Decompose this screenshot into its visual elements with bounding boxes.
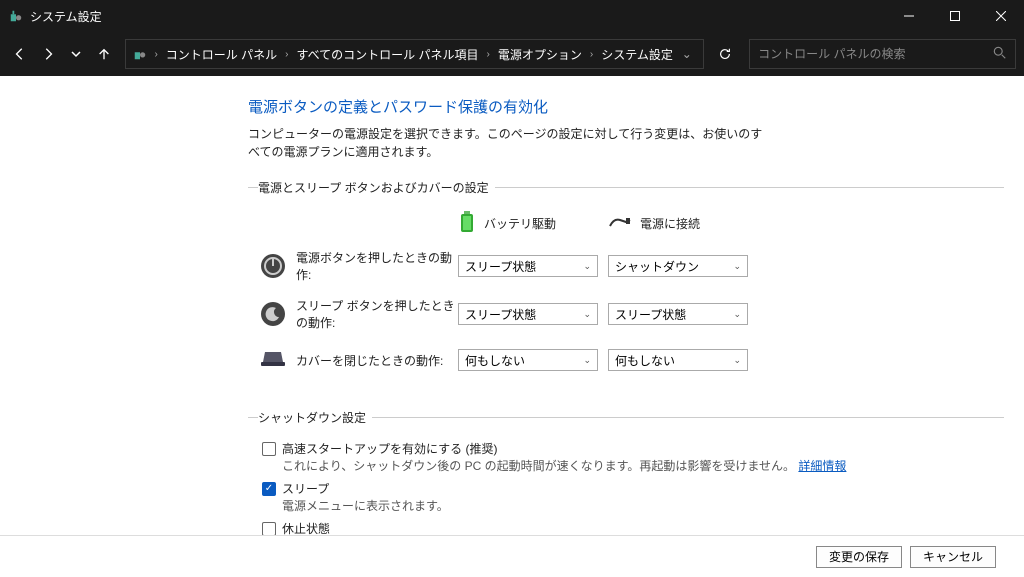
sleep-button-row: スリープ ボタンを押したときの動作: スリープ状態⌄ スリープ状態⌄ — [258, 297, 1004, 331]
recent-dropdown-button[interactable] — [64, 40, 88, 68]
search-box[interactable] — [749, 39, 1016, 69]
chevron-down-icon[interactable]: ⌄ — [677, 47, 697, 61]
cancel-button[interactable]: キャンセル — [910, 546, 996, 568]
laptop-lid-icon — [258, 345, 288, 375]
fast-startup-item: 高速スタートアップを有効にする (推奨) これにより、シャットダウン後の PC … — [258, 440, 1004, 474]
plug-icon — [608, 214, 632, 233]
lid-close-row: カバーを閉じたときの動作: 何もしない⌄ 何もしない⌄ — [258, 345, 1004, 375]
chevron-down-icon: ⌄ — [733, 261, 741, 272]
hibernate-checkbox[interactable] — [262, 522, 276, 535]
power-button-battery-select[interactable]: スリープ状態⌄ — [458, 255, 598, 277]
group-legend: 電源とスリープ ボタンおよびカバーの設定 — [258, 179, 495, 196]
fast-startup-checkbox[interactable] — [262, 442, 276, 456]
row-label: 電源ボタンを押したときの動作: — [296, 249, 458, 283]
chevron-down-icon: ⌄ — [733, 309, 741, 320]
item-title: 高速スタートアップを有効にする (推奨) — [282, 440, 846, 457]
chevron-down-icon: ⌄ — [583, 309, 591, 320]
lid-battery-select[interactable]: 何もしない⌄ — [458, 349, 598, 371]
page-description: コンピューターの電源設定を選択できます。このページの設定に対して行う変更は、お使… — [248, 125, 768, 161]
chevron-right-icon: › — [586, 49, 597, 60]
refresh-button[interactable] — [712, 39, 739, 69]
item-title: スリープ — [282, 480, 449, 497]
sleep-button-ac-select[interactable]: スリープ状態⌄ — [608, 303, 748, 325]
control-panel-icon — [132, 46, 148, 62]
breadcrumb-item[interactable]: システム設定 — [599, 46, 675, 63]
power-button-ac-select[interactable]: シャットダウン⌄ — [608, 255, 748, 277]
item-description: 電源メニューに表示されます。 — [282, 497, 449, 514]
chevron-down-icon: ⌄ — [583, 355, 591, 366]
content-area: 電源ボタンの定義とパスワード保護の有効化 コンピューターの電源設定を選択できます… — [0, 76, 1024, 535]
chevron-right-icon: › — [482, 49, 493, 60]
breadcrumb-item[interactable]: すべてのコントロール パネル項目 — [294, 46, 480, 63]
minimize-button[interactable] — [886, 0, 932, 32]
footer-bar: 変更の保存 キャンセル — [0, 535, 1024, 577]
app-icon — [8, 8, 24, 24]
battery-icon — [458, 210, 476, 237]
address-bar[interactable]: › コントロール パネル › すべてのコントロール パネル項目 › 電源オプショ… — [125, 39, 703, 69]
item-title: 休止状態 — [282, 520, 449, 535]
power-button-row: 電源ボタンを押したときの動作: スリープ状態⌄ シャットダウン⌄ — [258, 249, 1004, 283]
chevron-right-icon: › — [150, 49, 161, 60]
column-header-battery: バッテリ駆動 — [484, 215, 556, 232]
up-button[interactable] — [92, 40, 116, 68]
power-button-icon — [258, 251, 288, 281]
sleep-checkbox[interactable] — [262, 482, 276, 496]
page-title: 電源ボタンの定義とパスワード保護の有効化 — [248, 96, 1004, 117]
chevron-right-icon: › — [281, 49, 292, 60]
row-label: スリープ ボタンを押したときの動作: — [296, 297, 458, 331]
sleep-item: スリープ 電源メニューに表示されます。 — [258, 480, 1004, 514]
breadcrumb-item[interactable]: 電源オプション — [496, 46, 584, 63]
search-input[interactable] — [758, 47, 993, 61]
item-description: これにより、シャットダウン後の PC の起動時間が速くなります。再起動は影響を受… — [282, 457, 846, 474]
back-button[interactable] — [8, 40, 32, 68]
column-header-ac: 電源に接続 — [640, 215, 700, 232]
row-label: カバーを閉じたときの動作: — [296, 352, 458, 369]
save-button[interactable]: 変更の保存 — [816, 546, 902, 568]
lid-ac-select[interactable]: 何もしない⌄ — [608, 349, 748, 371]
chevron-down-icon: ⌄ — [733, 355, 741, 366]
search-icon — [993, 46, 1007, 63]
group-legend: シャットダウン設定 — [258, 409, 372, 426]
shutdown-settings-group: シャットダウン設定 高速スタートアップを有効にする (推奨) これにより、シャッ… — [248, 409, 1004, 535]
navbar: › コントロール パネル › すべてのコントロール パネル項目 › 電源オプショ… — [0, 32, 1024, 76]
hibernate-item: 休止状態 電源メニューに表示されます。 — [258, 520, 1004, 535]
forward-button[interactable] — [36, 40, 60, 68]
breadcrumb-item[interactable]: コントロール パネル — [164, 46, 279, 63]
maximize-button[interactable] — [932, 0, 978, 32]
window-title: システム設定 — [30, 8, 102, 25]
details-link[interactable]: 詳細情報 — [798, 459, 846, 473]
close-button[interactable] — [978, 0, 1024, 32]
sleep-button-battery-select[interactable]: スリープ状態⌄ — [458, 303, 598, 325]
titlebar: システム設定 — [0, 0, 1024, 32]
button-cover-settings-group: 電源とスリープ ボタンおよびカバーの設定 バッテリ駆動 電源に接続 電源ボタンを… — [248, 179, 1004, 395]
sleep-button-icon — [258, 299, 288, 329]
chevron-down-icon: ⌄ — [583, 261, 591, 272]
